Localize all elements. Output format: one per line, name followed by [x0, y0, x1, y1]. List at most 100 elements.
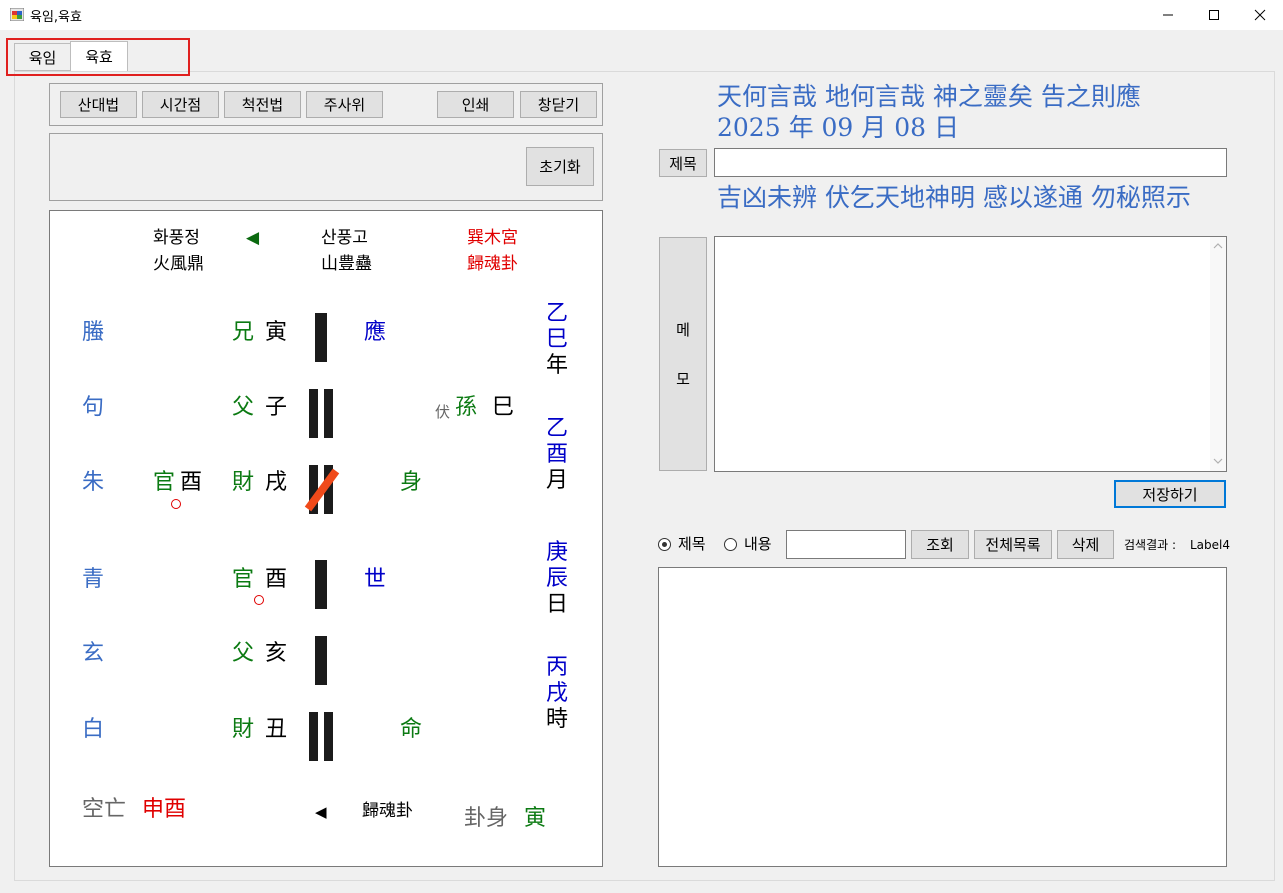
- maximize-button[interactable]: [1191, 0, 1237, 30]
- kongwang-value: 申酉: [142, 797, 187, 822]
- relation-3: 財: [232, 470, 255, 495]
- fu-branch: 巳: [492, 395, 515, 420]
- maximize-icon: [1209, 10, 1219, 20]
- memo-label-2: 모: [676, 370, 690, 388]
- branch-1: 寅: [265, 320, 288, 345]
- memo-label-button[interactable]: 메 모: [659, 237, 707, 471]
- body-marker: 身: [400, 470, 423, 495]
- search-title-radio[interactable]: [658, 538, 671, 551]
- spirit-4: 青: [82, 567, 105, 592]
- spirit-1: 螣: [82, 320, 105, 345]
- moving-circle-icon: [171, 499, 181, 509]
- yang-line-4: [315, 560, 327, 609]
- day-gan: 庚: [546, 540, 569, 565]
- fu-relation: 孫: [455, 395, 478, 420]
- title-input[interactable]: [714, 148, 1227, 177]
- window-title: 육임,육효: [30, 10, 82, 25]
- year-unit: 年: [546, 353, 569, 378]
- scroll-down-icon[interactable]: [1213, 457, 1223, 465]
- hexagram-panel: [49, 210, 603, 867]
- arrow-left-icon: ◀: [246, 228, 260, 248]
- original-hexagram-name-kr: 산풍고: [321, 228, 368, 248]
- save-button[interactable]: 저장하기: [1114, 480, 1226, 508]
- title-label-button[interactable]: 제목: [659, 149, 707, 177]
- search-content-radio-label: 내용: [744, 535, 772, 553]
- hour-zhi: 戌: [546, 681, 569, 706]
- invocation-line-1: 天何言哉 地何言哉 神之靈矣 告之則應: [717, 82, 1141, 111]
- coin-method-button[interactable]: 척전법: [224, 91, 301, 118]
- kongwang-label: 空亡: [82, 797, 127, 822]
- memo-scrollbar[interactable]: [1210, 237, 1226, 471]
- relation-1: 兄: [232, 320, 255, 345]
- branch-2: 子: [265, 395, 288, 420]
- memo-textarea[interactable]: [714, 236, 1227, 472]
- day-unit: 日: [546, 592, 569, 617]
- lookup-button[interactable]: 조회: [911, 530, 969, 559]
- close-window-button[interactable]: 창닫기: [520, 91, 597, 118]
- shi-marker: 世: [364, 567, 387, 592]
- close-icon: [1254, 9, 1266, 21]
- branch-4: 酉: [265, 567, 288, 592]
- guashen-label: 卦身: [464, 806, 509, 831]
- minimize-icon: [1163, 14, 1173, 16]
- time-divination-button[interactable]: 시간점: [142, 91, 219, 118]
- app-icon: [10, 8, 24, 21]
- changed-hexagram-name-kr: 화풍정: [153, 228, 200, 248]
- year-zhi: 巳: [546, 327, 569, 352]
- tab-highlight-frame: [6, 38, 190, 76]
- day-zhi: 辰: [546, 566, 569, 591]
- hour-unit: 時: [546, 707, 569, 732]
- year-gan: 乙: [546, 301, 569, 326]
- branch-3: 戌: [265, 470, 288, 495]
- close-button[interactable]: [1237, 0, 1283, 30]
- minimize-button[interactable]: [1145, 0, 1191, 30]
- sandae-method-button[interactable]: 산대법: [60, 91, 137, 118]
- changed-hexagram-name-hanja: 火風鼎: [153, 254, 204, 274]
- life-marker: 命: [400, 717, 423, 742]
- print-button[interactable]: 인쇄: [437, 91, 514, 118]
- relation-6: 財: [232, 717, 255, 742]
- date-line: 2025 年 09 月 08 日: [717, 113, 959, 142]
- bottom-arrow-icon: ◀: [315, 803, 327, 821]
- search-input[interactable]: [786, 530, 906, 559]
- relation-4: 官: [232, 567, 255, 592]
- hour-gan: 丙: [546, 655, 569, 680]
- search-results-list[interactable]: [658, 567, 1227, 867]
- yin-line-2: [309, 389, 333, 438]
- search-result-value: Label4: [1190, 538, 1231, 552]
- yin-line-6: [309, 712, 333, 761]
- search-result-label: 검색결과 :: [1124, 538, 1177, 552]
- original-hexagram-name-hanja: 山豊蠱: [321, 254, 372, 274]
- relation-5: 父: [232, 641, 255, 666]
- hidden-branch: 酉: [180, 470, 203, 495]
- delete-button[interactable]: 삭제: [1057, 530, 1114, 559]
- bottom-palace-type: 歸魂卦: [362, 801, 413, 821]
- fu-label: 伏: [435, 403, 451, 421]
- yang-line-1: [315, 313, 327, 362]
- palace-type: 歸魂卦: [467, 254, 518, 274]
- spirit-5: 玄: [82, 641, 105, 666]
- search-content-radio[interactable]: [724, 538, 737, 551]
- branch-6: 丑: [265, 717, 288, 742]
- month-gan: 乙: [546, 416, 569, 441]
- scroll-up-icon[interactable]: [1213, 242, 1223, 250]
- yang-line-5: [315, 636, 327, 685]
- branch-5: 亥: [265, 641, 288, 666]
- relation-2: 父: [232, 395, 255, 420]
- title-bar: 육임,육효: [0, 0, 1283, 30]
- guashen-value: 寅: [524, 806, 547, 831]
- spirit-3: 朱: [82, 470, 105, 495]
- reset-button[interactable]: 초기화: [526, 147, 594, 186]
- hidden-relation: 官: [153, 470, 176, 495]
- all-list-button[interactable]: 전체목록: [974, 530, 1052, 559]
- spirit-2: 句: [82, 395, 105, 420]
- spirit-6: 白: [82, 717, 105, 742]
- palace-name: 巽木宮: [467, 228, 518, 248]
- month-zhi: 酉: [546, 442, 569, 467]
- moving-circle-icon: [254, 595, 264, 605]
- dice-button[interactable]: 주사위: [306, 91, 383, 118]
- reset-group: [49, 133, 603, 201]
- memo-label-1: 메: [676, 321, 690, 339]
- month-unit: 月: [546, 468, 569, 493]
- ying-marker: 應: [364, 320, 387, 345]
